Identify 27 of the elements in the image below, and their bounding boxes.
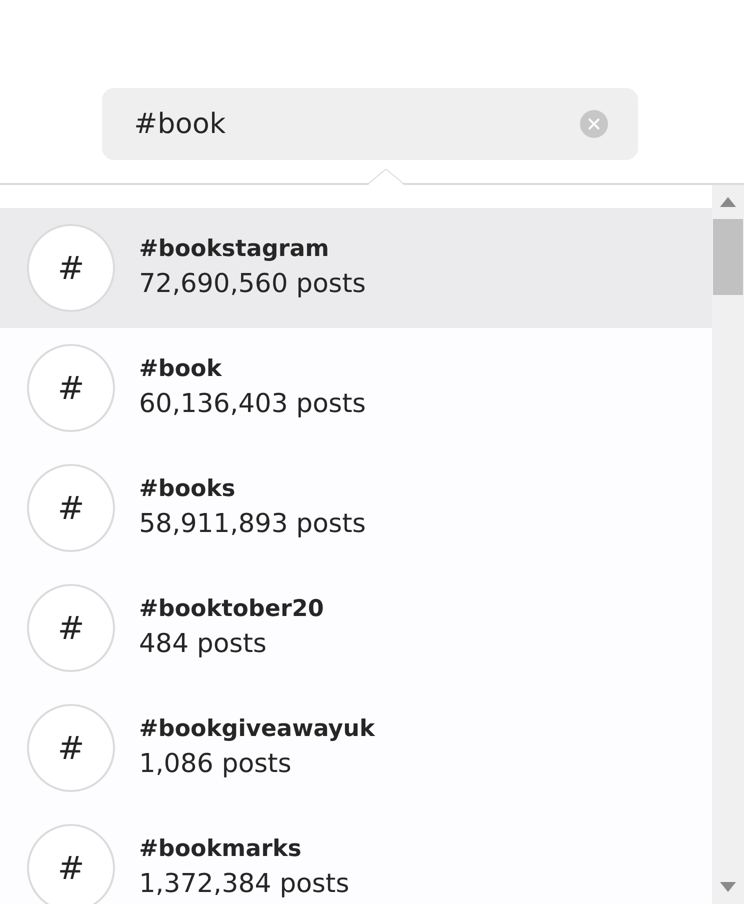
hashtag-name: #book (139, 355, 223, 384)
post-count: 58,911,893 posts (139, 508, 366, 541)
hashtag-name: #books (139, 475, 236, 504)
scrollbar[interactable] (712, 185, 744, 904)
post-count: 484 posts (139, 628, 268, 661)
hashtag-icon: # (27, 344, 115, 432)
hashtag-icon: # (27, 464, 115, 552)
post-count: 1,372,384 posts (139, 868, 350, 901)
hashtag-icon: # (27, 224, 115, 312)
scroll-down-icon[interactable] (720, 882, 736, 892)
scroll-thumb[interactable] (713, 219, 743, 295)
close-icon (588, 118, 600, 130)
post-count: 72,690,560 posts (139, 268, 366, 301)
hashtag-name: #bookgiveawayuk (139, 715, 375, 744)
clear-button[interactable] (580, 110, 608, 138)
hashtag-icon: # (27, 584, 115, 672)
post-count: 1,086 posts (139, 748, 292, 781)
result-item[interactable]: # #bookstagram 72,690,560 posts (0, 208, 712, 328)
hashtag-name: #bookstagram (139, 235, 330, 264)
hashtag-name: #booktober20 (139, 595, 324, 624)
hashtag-icon: # (27, 704, 115, 792)
hashtag-icon: # (27, 824, 115, 904)
hashtag-name: #bookmarks (139, 835, 302, 864)
search-input[interactable]: #book (134, 103, 580, 145)
scroll-up-icon[interactable] (720, 197, 736, 207)
search-field[interactable]: #book (102, 88, 638, 160)
post-count: 60,136,403 posts (139, 388, 366, 421)
